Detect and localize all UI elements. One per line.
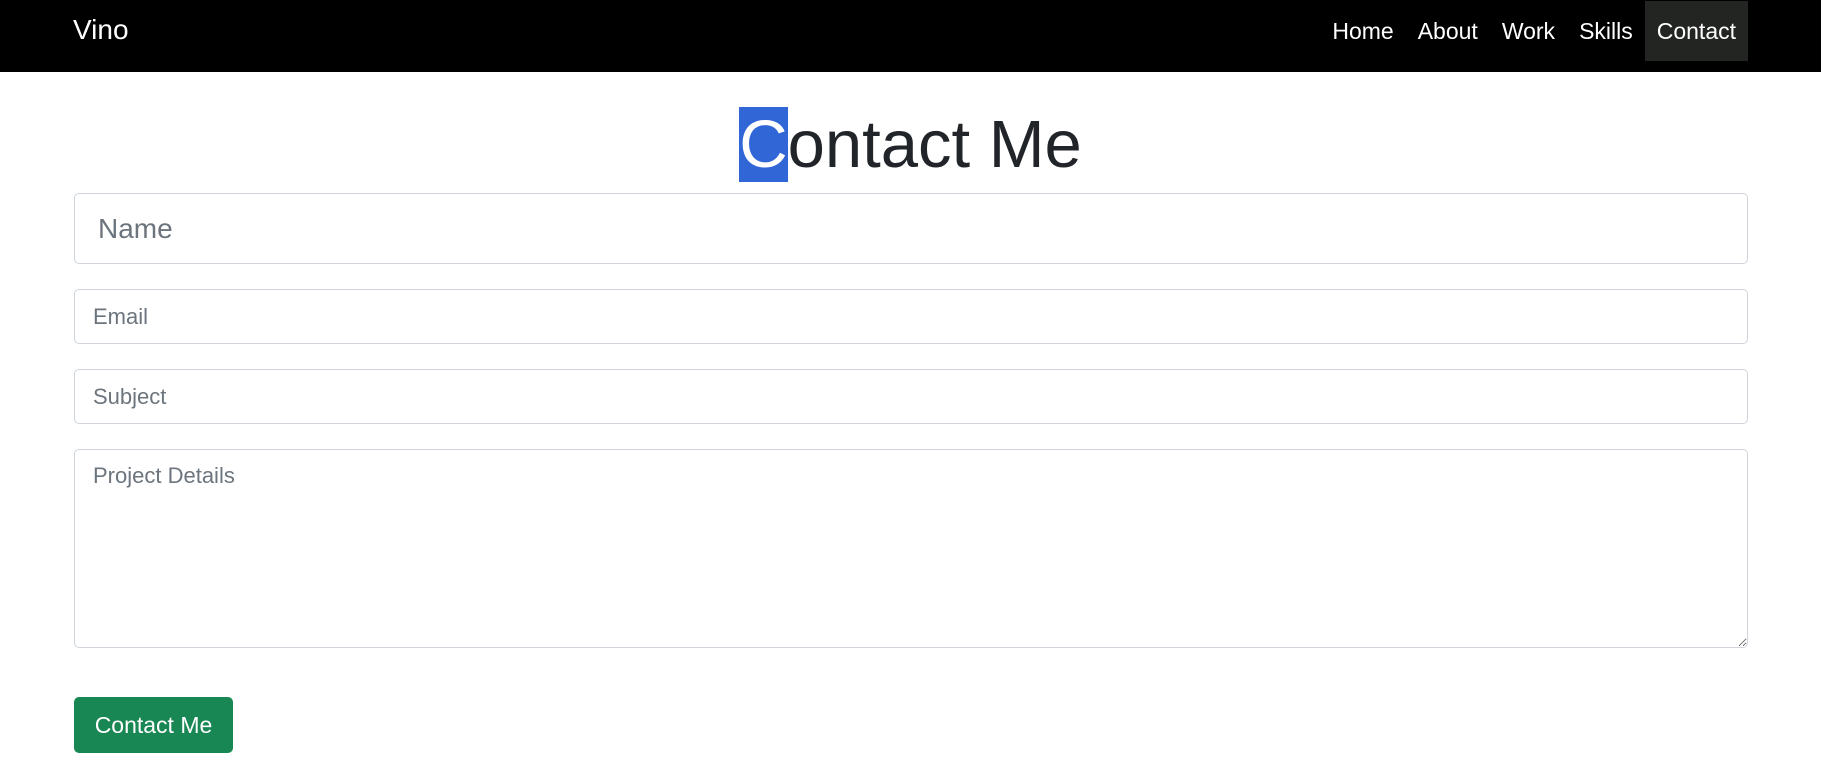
email-input[interactable] [74, 289, 1748, 344]
navbar: Vino Home About Work Skills Contact [0, 0, 1821, 72]
project-details-textarea[interactable] [74, 449, 1748, 648]
title-rest: ontact Me [787, 107, 1082, 182]
nav-skills[interactable]: Skills [1567, 1, 1645, 61]
brand-logo[interactable]: Vino [73, 14, 129, 46]
nav-work[interactable]: Work [1490, 1, 1567, 61]
page-title: Contact Me [0, 107, 1821, 182]
nav-menu: Home About Work Skills Contact [1320, 1, 1748, 61]
nav-contact[interactable]: Contact [1644, 1, 1748, 61]
name-input[interactable] [74, 193, 1748, 264]
subject-input[interactable] [74, 369, 1748, 424]
title-selected-letter: C [739, 107, 788, 182]
nav-home[interactable]: Home [1320, 1, 1405, 61]
nav-about[interactable]: About [1406, 1, 1490, 61]
contact-me-button[interactable]: Contact Me [74, 697, 233, 753]
